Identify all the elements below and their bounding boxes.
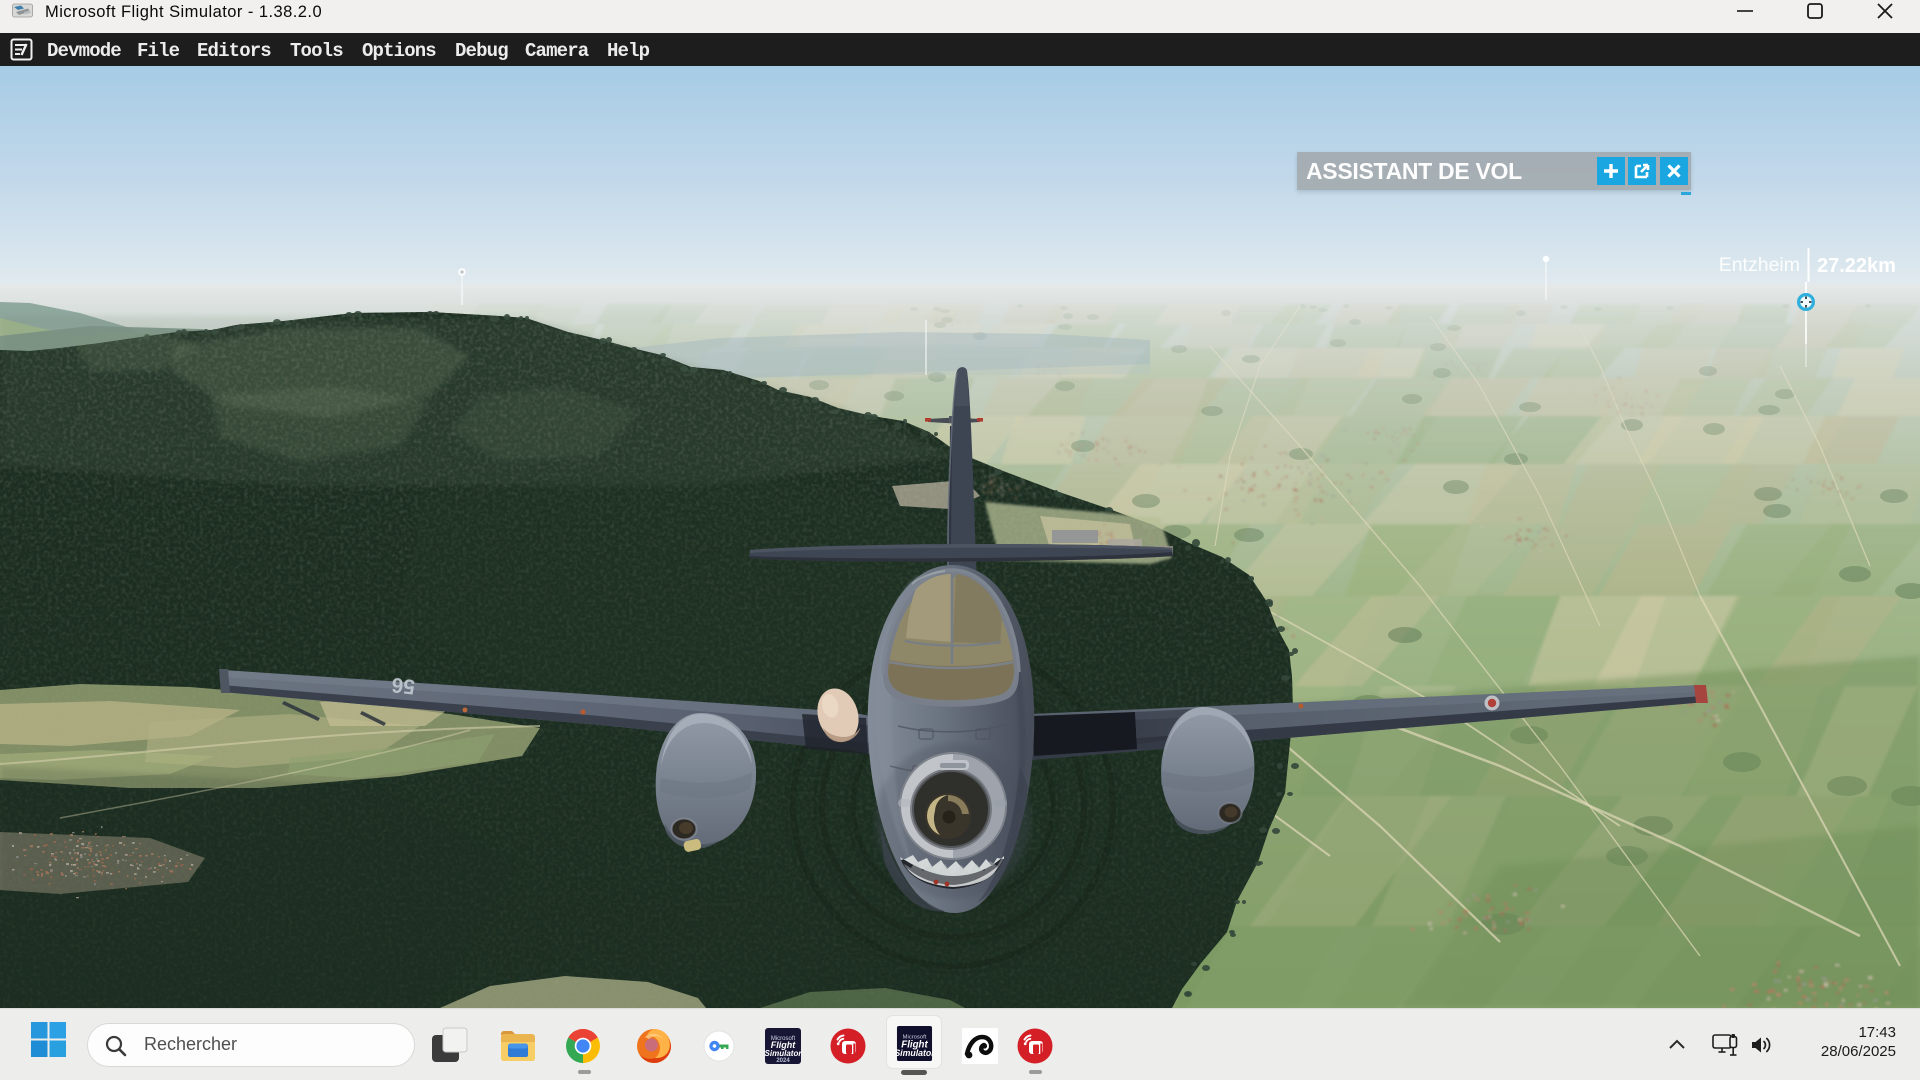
svg-text:2024: 2024 [776, 1058, 790, 1064]
svg-text:Simulator: Simulator [765, 1049, 802, 1058]
svg-text:56: 56 [391, 673, 417, 698]
svg-text:Simulator: Simulator [896, 1048, 933, 1058]
